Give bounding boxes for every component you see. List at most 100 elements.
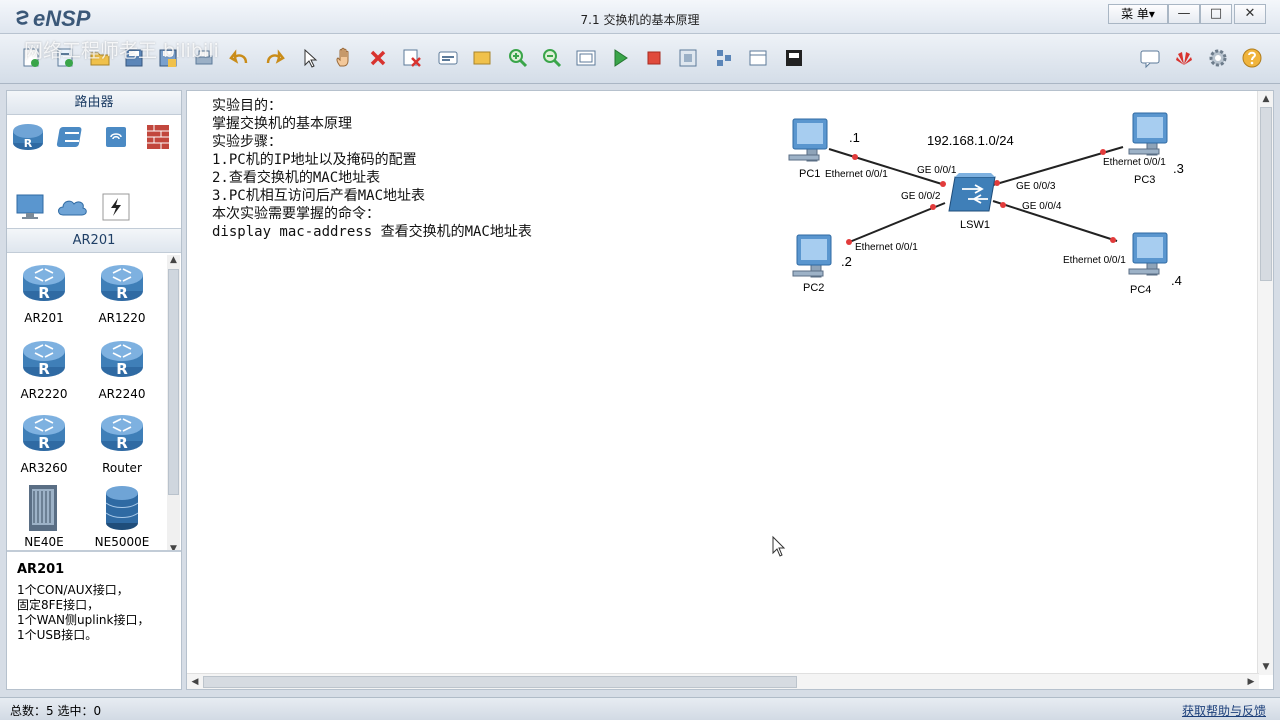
- show-ports-icon[interactable]: [712, 46, 736, 70]
- menu-button[interactable]: 菜 单▾: [1108, 4, 1168, 24]
- model-list: R AR201 R AR1220 R AR2220 R AR2240 R AR3…: [7, 253, 181, 559]
- huawei-icon[interactable]: [1172, 46, 1196, 70]
- host-address: .2: [841, 254, 852, 269]
- palette-icon[interactable]: [470, 46, 494, 70]
- help-feedback-link[interactable]: 获取帮助与反馈: [1182, 702, 1266, 719]
- description-title: AR201: [17, 562, 65, 577]
- model-label: AR2240: [98, 387, 146, 401]
- router-category-icon[interactable]: R: [11, 121, 45, 153]
- pc3-node[interactable]: PC3 .3 Ethernet 0/0/1 GE 0/0/3: [1016, 112, 1184, 192]
- start-icon[interactable]: [608, 46, 632, 70]
- switch-port-label: GE 0/0/2: [901, 191, 941, 202]
- scroll-right-icon[interactable]: ▶: [1244, 675, 1258, 689]
- window-title: 7.1 交换机的基本原理: [580, 13, 700, 27]
- switch-lsw1[interactable]: LSW1: [948, 173, 996, 231]
- topo-icon[interactable]: [782, 46, 806, 70]
- pc-label: PC2: [803, 282, 824, 294]
- router-icon: R: [101, 415, 143, 452]
- switch-port-label: GE 0/0/3: [1016, 181, 1056, 192]
- forum-icon[interactable]: [1138, 46, 1162, 70]
- firewall-category-icon[interactable]: [141, 121, 175, 153]
- host-address: .1: [849, 130, 860, 145]
- pan-icon[interactable]: [332, 46, 356, 70]
- grid-icon[interactable]: [746, 46, 770, 70]
- zoom-in-icon[interactable]: [506, 46, 530, 70]
- switch-label: LSW1: [960, 219, 990, 231]
- select-icon[interactable]: [298, 46, 322, 70]
- interface-label: Ethernet 0/0/1: [1063, 255, 1126, 266]
- delete-link-icon[interactable]: [400, 46, 424, 70]
- scroll-down-icon[interactable]: ▼: [1259, 660, 1273, 674]
- pc4-node[interactable]: PC4 .4 Ethernet 0/0/1 GE 0/0/4: [1022, 201, 1182, 296]
- undo-icon[interactable]: [228, 46, 252, 70]
- zoom-out-icon[interactable]: [540, 46, 564, 70]
- text-icon[interactable]: [436, 46, 460, 70]
- help-icon[interactable]: [1240, 46, 1264, 70]
- pc-icon: [1128, 232, 1168, 276]
- maximize-button[interactable]: □: [1200, 4, 1232, 24]
- close-button[interactable]: ✕: [1234, 4, 1266, 24]
- router-icon: R: [101, 265, 143, 302]
- model-label: AR2220: [20, 387, 68, 401]
- interface-label: Ethernet 0/0/1: [1103, 157, 1166, 168]
- model-label: Router: [102, 461, 142, 475]
- host-address: .4: [1171, 273, 1182, 288]
- model-ne40e[interactable]: NE40E: [9, 483, 79, 553]
- canvas-horizontal-scrollbar[interactable]: ◀ ▶: [187, 673, 1259, 689]
- pc-icon: [792, 234, 832, 278]
- interface-label: Ethernet 0/0/1: [855, 242, 918, 253]
- canvas-vertical-scrollbar[interactable]: ▲ ▼: [1257, 91, 1273, 675]
- pc2-node[interactable]: PC2 .2 Ethernet 0/0/1 GE 0/0/2: [792, 191, 941, 294]
- link-category-icon[interactable]: [99, 191, 133, 223]
- scroll-left-icon[interactable]: ◀: [188, 675, 202, 689]
- port-dot: [940, 181, 946, 187]
- scroll-thumb[interactable]: [168, 269, 179, 495]
- model-label: AR201: [24, 311, 64, 325]
- model-ar201[interactable]: R AR201: [9, 259, 79, 329]
- core-router-icon: [105, 486, 139, 530]
- model-ar1220[interactable]: R AR1220: [87, 259, 157, 329]
- model-ar2220[interactable]: R AR2220: [9, 335, 79, 405]
- cloud-category-icon[interactable]: [55, 191, 89, 223]
- model-router[interactable]: R Router: [87, 409, 157, 479]
- scroll-up-icon[interactable]: ▲: [167, 255, 180, 268]
- wireless-category-icon[interactable]: [99, 121, 133, 153]
- model-ar2240[interactable]: R AR2240: [87, 335, 157, 405]
- model-header: AR201: [7, 229, 181, 253]
- device-panel: 路由器 R AR201 R AR201 R AR1220 R AR2220 R …: [6, 90, 182, 690]
- pc1-node[interactable]: PC1 .1 Ethernet 0/0/1 GE 0/0/1: [788, 118, 957, 180]
- model-label: AR3260: [20, 461, 68, 475]
- minimize-button[interactable]: —: [1168, 4, 1200, 24]
- model-list-scrollbar[interactable]: ▲ ▼: [167, 255, 180, 557]
- pc-icon: [788, 118, 828, 162]
- switch-port-label: GE 0/0/4: [1022, 201, 1062, 212]
- router-icon: R: [23, 265, 65, 302]
- pc-category-icon[interactable]: [13, 191, 47, 223]
- pc-icon: [1128, 112, 1168, 156]
- switch-icon: [948, 173, 996, 212]
- stop-icon[interactable]: [642, 46, 666, 70]
- status-bar: 总数：5 选中：0 获取帮助与反馈: [0, 697, 1280, 720]
- switch-port-label: GE 0/0/1: [917, 165, 957, 176]
- title-bar: eNSP 7.1 交换机的基本原理 菜 单▾ — □ ✕: [0, 0, 1280, 34]
- mouse-cursor-icon: [772, 535, 786, 557]
- delete-icon[interactable]: [366, 46, 390, 70]
- model-ar3260[interactable]: R AR3260: [9, 409, 79, 479]
- svg-text:R: R: [38, 284, 50, 302]
- topology-canvas[interactable]: 实验目的： 掌握交换机的基本原理 实验步骤： 1.PC机的IP地址以及掩码的配置…: [186, 90, 1274, 690]
- port-dot: [1000, 202, 1006, 208]
- svg-text:R: R: [24, 137, 33, 150]
- scroll-thumb[interactable]: [1260, 107, 1272, 281]
- settings-icon[interactable]: [1206, 46, 1230, 70]
- model-ne5000e[interactable]: NE5000E: [87, 483, 157, 553]
- redo-icon[interactable]: [262, 46, 286, 70]
- capture-icon[interactable]: [676, 46, 700, 70]
- fit-icon[interactable]: [574, 46, 598, 70]
- description-line: 1个CON/AUX接口，: [17, 583, 129, 597]
- svg-text:R: R: [38, 434, 50, 452]
- link-pc2-lsw1[interactable]: [846, 202, 946, 244]
- scroll-thumb[interactable]: [203, 676, 797, 688]
- switch-category-icon[interactable]: [55, 121, 89, 153]
- scroll-up-icon[interactable]: ▲: [1259, 92, 1273, 106]
- router-icon: R: [23, 415, 65, 452]
